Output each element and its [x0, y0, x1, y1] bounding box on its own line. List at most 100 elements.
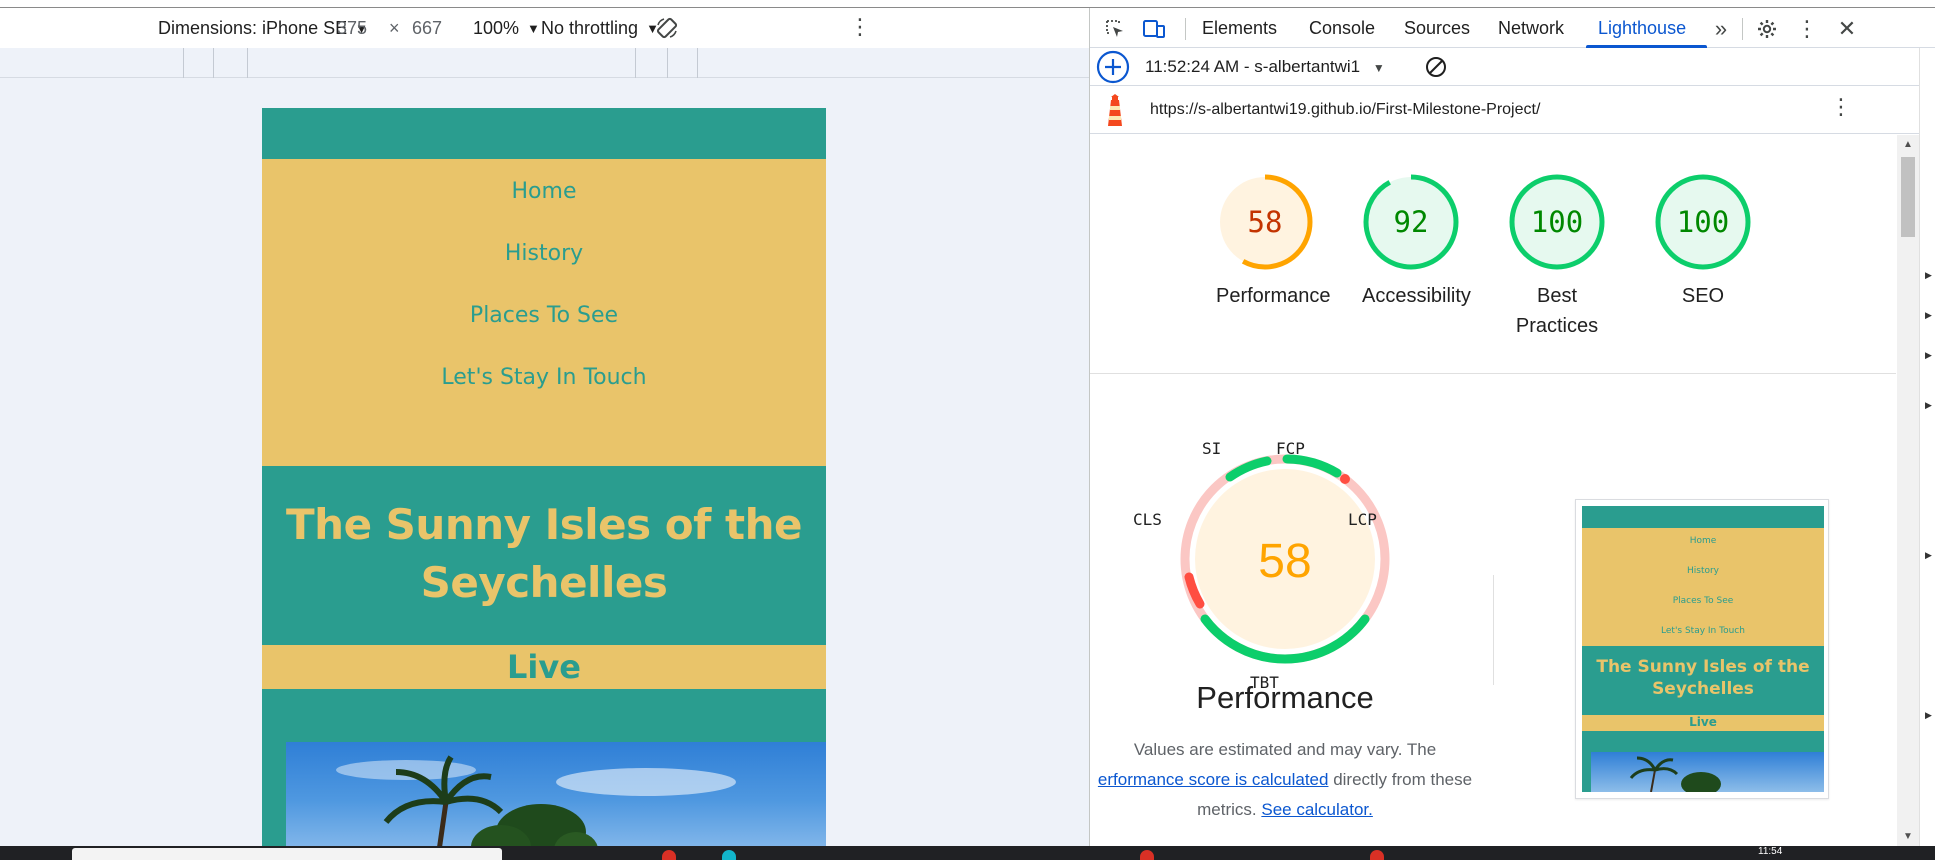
score-calculated-link[interactable]: erformance score is calculated: [1098, 770, 1329, 789]
thumbnail-live-heading: Live: [1689, 715, 1717, 729]
lighthouse-logo-icon: [1102, 94, 1128, 131]
rotate-icon[interactable]: [655, 16, 679, 40]
tab-elements[interactable]: Elements: [1202, 18, 1277, 39]
report-scrollbar[interactable]: ▲ ▼: [1897, 135, 1919, 846]
media-query-ruler: [0, 48, 1089, 78]
performance-metrics-dial: 58: [1180, 454, 1390, 664]
beach-photo: [286, 742, 826, 846]
settings-gear-icon[interactable]: [1754, 16, 1780, 42]
gauge-label: SEO: [1681, 285, 1725, 307]
tab-lighthouse[interactable]: Lighthouse: [1598, 18, 1686, 39]
gauge-score: 100: [1677, 205, 1729, 239]
thumbnail-nav-history: History: [1686, 566, 1720, 576]
ruler-segment[interactable]: [247, 48, 248, 78]
site-nav: Home History Places To See Let's Stay In…: [262, 159, 826, 466]
throttling-value: No throttling: [541, 18, 639, 38]
devtools-tabbar: Elements Console Sources Network Lightho…: [1090, 8, 1935, 48]
report-run-label: 11:52:24 AM - s-albertantwi1: [1145, 57, 1361, 76]
gauge-best-practices[interactable]: 100 Best Practices: [1508, 173, 1606, 341]
gauge-score: 100: [1531, 205, 1583, 239]
tab-separator: [1742, 18, 1743, 40]
clear-all-icon[interactable]: [1425, 56, 1447, 83]
performance-title: Performance: [1196, 680, 1374, 715]
thumbnail-hero-title: The Sunny Isles of the Seychelles: [1596, 657, 1810, 699]
gauge-accessibility[interactable]: 92 Accessibility: [1362, 173, 1471, 311]
taskbar-app-icon[interactable]: [662, 850, 676, 860]
scrollbar-thumb[interactable]: [1901, 157, 1915, 237]
chevron-down-icon: ▼: [1372, 61, 1385, 75]
chevron-right-icon[interactable]: ▶: [1925, 270, 1932, 281]
inspect-element-icon[interactable]: [1102, 16, 1128, 42]
tab-separator: [1185, 18, 1186, 40]
height-input[interactable]: 667: [412, 18, 442, 39]
taskbar-app-icon[interactable]: [722, 850, 736, 860]
side-strip: ▶ ▶ ▶ ▶ ▶ ▶: [1919, 48, 1935, 846]
thumbnail-nav-contact: Let's Stay In Touch: [1661, 626, 1745, 636]
close-icon[interactable]: ✕: [1834, 16, 1860, 42]
devtools-panel: Elements Console Sources Network Lightho…: [1089, 8, 1935, 846]
taskbar-clock: 11:54: [1758, 846, 1783, 857]
new-report-icon[interactable]: [1096, 50, 1130, 89]
desc-line-1: Values are estimated and may vary. The: [1133, 740, 1437, 759]
see-calculator-link[interactable]: See calculator.: [1261, 800, 1373, 819]
width-input[interactable]: 375: [337, 18, 367, 39]
more-options-icon[interactable]: ⋮: [849, 14, 871, 40]
ruler-segment[interactable]: [635, 48, 636, 78]
times-sign: ×: [389, 18, 400, 38]
chevron-right-icon[interactable]: ▶: [1925, 400, 1932, 411]
tab-console[interactable]: Console: [1309, 18, 1375, 39]
report-url[interactable]: https://s-albertantwi19.github.io/First-…: [1150, 101, 1540, 119]
report-select[interactable]: 11:52:24 AM - s-albertantwi1 ▼: [1145, 57, 1385, 77]
chevron-right-icon[interactable]: ▶: [1925, 710, 1932, 721]
gauge-performance[interactable]: 58 Performance: [1216, 173, 1331, 311]
gauge-ring: 100: [1509, 174, 1605, 270]
tab-network[interactable]: Network: [1498, 18, 1564, 39]
nav-link-home[interactable]: Home: [262, 179, 826, 204]
gauge-ring: 92: [1363, 174, 1459, 270]
gauge-ring: 100: [1655, 174, 1751, 270]
lighthouse-report: 58 Performance 92 Accessibility 100 Best…: [1090, 135, 1896, 846]
gauge-seo[interactable]: 100 SEO: [1654, 173, 1752, 311]
taskbar-app-icon[interactable]: [1370, 850, 1384, 860]
chevron-right-icon[interactable]: ▶: [1925, 550, 1932, 561]
vertical-separator: [1493, 575, 1494, 685]
scroll-up-icon[interactable]: ▲: [1903, 139, 1913, 150]
lighthouse-run-bar: 11:52:24 AM - s-albertantwi1 ▼: [1090, 48, 1935, 86]
final-screenshot-thumbnail[interactable]: Home History Places To See Let's Stay In…: [1575, 499, 1829, 799]
taskbar-app-icon[interactable]: [1140, 850, 1154, 860]
chevron-right-icon[interactable]: ▶: [1925, 310, 1932, 321]
report-url-bar: https://s-albertantwi19.github.io/First-…: [1090, 86, 1935, 134]
chevron-right-icon[interactable]: ▶: [1925, 350, 1932, 361]
nav-link-history[interactable]: History: [262, 241, 826, 266]
ruler-segment[interactable]: [667, 48, 668, 78]
taskbar-search-box[interactable]: [72, 848, 502, 860]
more-tabs-icon[interactable]: »: [1708, 16, 1734, 42]
performance-score: 58: [1258, 535, 1311, 588]
emulated-page: Home History Places To See Let's Stay In…: [262, 108, 826, 846]
tab-sources[interactable]: Sources: [1404, 18, 1470, 39]
hero-title: The Sunny Isles of the Seychelles: [286, 500, 802, 607]
scroll-down-icon[interactable]: ▼: [1903, 831, 1913, 842]
zoom-select[interactable]: 100% ▼: [473, 18, 540, 39]
ruler-segment[interactable]: [213, 48, 214, 78]
desc-line-3: metrics.: [1197, 800, 1257, 819]
device-toggle-icon[interactable]: [1141, 16, 1167, 42]
gauge-ring: 58: [1217, 174, 1313, 270]
gauge-label: Performance: [1216, 285, 1331, 307]
thumbnail-photo: [1591, 752, 1824, 792]
throttling-select[interactable]: No throttling ▼: [541, 18, 659, 39]
performance-description: Values are estimated and may vary. The e…: [1090, 735, 1480, 825]
report-menu-icon[interactable]: ⋮: [1830, 94, 1852, 120]
metric-label-cls: CLS: [1133, 510, 1162, 529]
metric-marker-lcp: [1340, 474, 1350, 484]
gauge-label: Accessibility: [1362, 285, 1471, 307]
customize-menu-icon[interactable]: ⋮: [1794, 16, 1820, 42]
ruler-segment[interactable]: [183, 48, 184, 78]
thumbnail-nav: Home History Places To See Let's Stay In…: [1582, 528, 1824, 646]
nav-link-places[interactable]: Places To See: [262, 303, 826, 328]
os-taskbar: 11:54: [0, 846, 1935, 860]
zoom-value: 100%: [473, 18, 520, 38]
ruler-segment[interactable]: [697, 48, 698, 78]
thumbnail-page: Home History Places To See Let's Stay In…: [1582, 506, 1824, 792]
nav-link-contact[interactable]: Let's Stay In Touch: [262, 365, 826, 390]
